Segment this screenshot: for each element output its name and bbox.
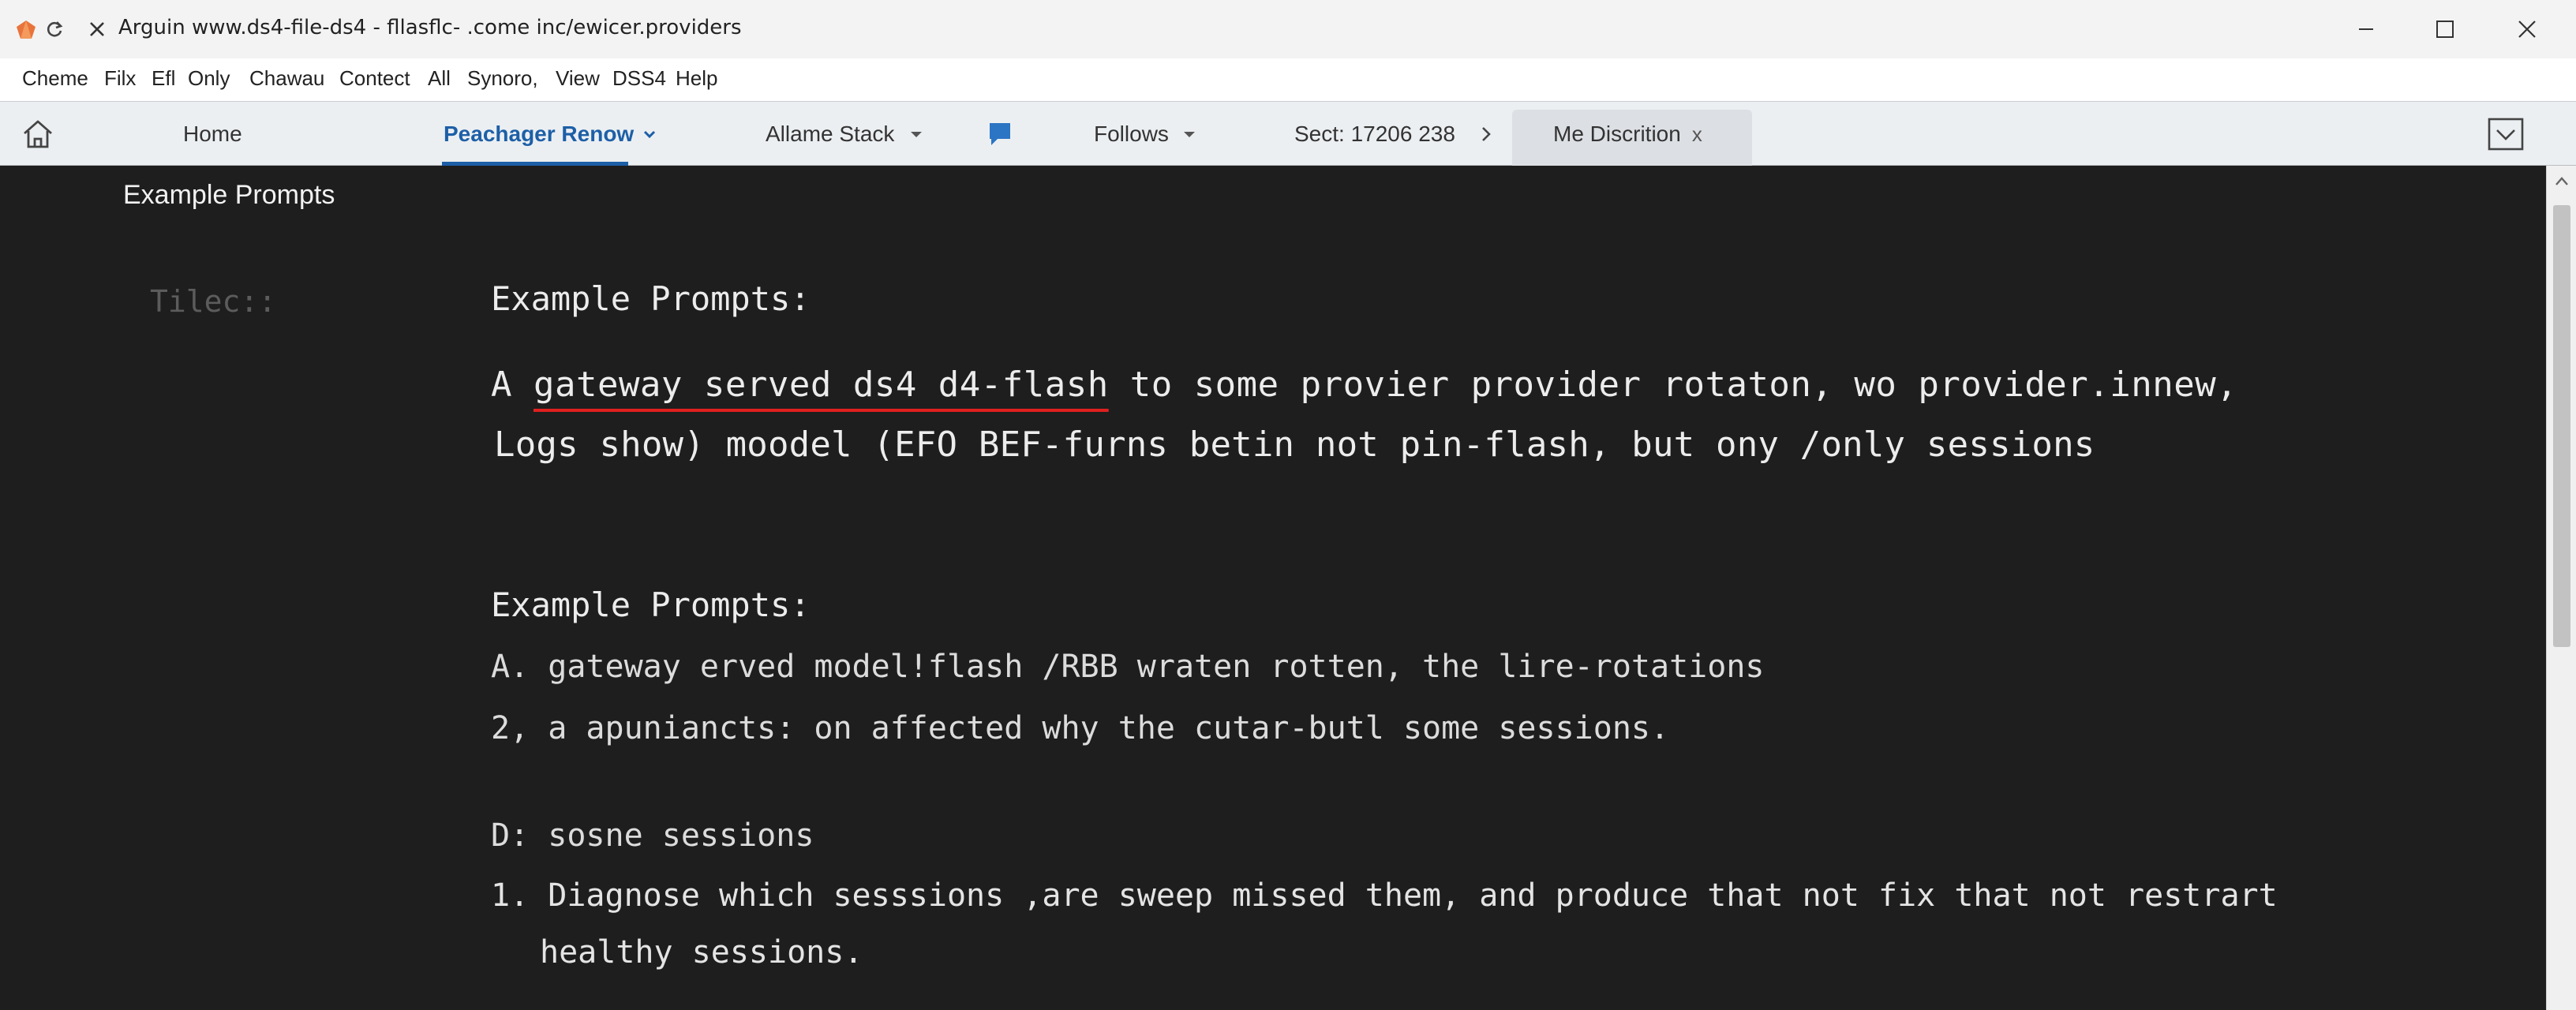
stop-icon[interactable] — [87, 19, 107, 39]
section2-heading: Example Prompts: — [491, 585, 811, 624]
title-bar: Arguin www.ds4-file-ds4 - fllasflc- .com… — [0, 0, 2576, 58]
menu-item-contect[interactable]: Contect — [339, 66, 410, 91]
page-heading: Example Prompts — [123, 180, 335, 210]
reload-icon[interactable] — [44, 19, 65, 39]
menu-item-dss4[interactable]: DSS4 — [612, 66, 666, 91]
close-icon — [2518, 21, 2536, 38]
caret-down-icon — [1183, 132, 1195, 137]
menu-item-all[interactable]: All — [428, 66, 451, 91]
nav-sect[interactable]: Sect: 17206 238 — [1294, 102, 1493, 166]
nav-peachager-renow-label: Peachager Renow — [444, 122, 635, 146]
section3-line2: 1. Diagnose which sesssions ,are sweep m… — [491, 877, 2278, 914]
menu-item-efl[interactable]: Efl — [152, 66, 175, 91]
chevron-right-icon — [1482, 127, 1491, 141]
menu-item-help[interactable]: Help — [676, 66, 717, 91]
section1-line1-a: A — [491, 365, 534, 405]
nav-allame-stack-label: Allame Stack — [766, 122, 895, 146]
tab-close-icon[interactable]: x — [1692, 122, 1702, 147]
app-logo-icon — [17, 21, 36, 39]
section1-line1-c: to some provier provider rotaton, wo pro… — [1108, 365, 2238, 405]
nav-allame-stack[interactable]: Allame Stack — [766, 102, 924, 166]
caret-down-icon — [911, 132, 923, 137]
nav-bar: Home Peachager Renow Allame Stack Follow… — [0, 101, 2576, 166]
tab-me-discrition-label: Me Discrition — [1553, 122, 1681, 146]
nav-peachager-renow[interactable]: Peachager Renow — [444, 102, 657, 166]
section3-line1: D: sosne sessions — [491, 817, 814, 854]
menu-item-only[interactable]: Only — [188, 66, 230, 91]
menu-item-chawau[interactable]: Chawau — [249, 66, 324, 91]
section2-line2: 2, a apuniancts: on affected why the cut… — [491, 710, 1670, 746]
menu-item-filx[interactable]: Filx — [104, 66, 136, 91]
nav-follows-label: Follows — [1094, 122, 1169, 146]
section1-heading: Example Prompts: — [491, 279, 811, 318]
menu-item-cheme[interactable]: Cheme — [22, 66, 88, 91]
section3-line3: healthy sessions. — [540, 934, 863, 971]
home-icon — [24, 120, 52, 148]
side-label: Tilec:: — [150, 284, 277, 319]
dropdown-box-icon — [2488, 118, 2524, 151]
chat-icon — [990, 123, 1010, 145]
section1-line2: Logs show) moodel (EFO BEF-furns betin n… — [494, 425, 2095, 465]
misspelled-text: gateway served ds4 d4-flash — [533, 365, 1109, 405]
scroll-up-arrow-icon[interactable] — [2554, 174, 2570, 189]
close-window-button[interactable] — [2502, 11, 2552, 47]
minimize-icon — [2359, 28, 2373, 30]
tab-me-discrition-content: Me Discrition x — [1553, 102, 1702, 166]
scrollbar-thumb[interactable] — [2553, 205, 2570, 647]
window-title: Arguin www.ds4-file-ds4 - fllasflc- .com… — [118, 16, 742, 39]
menu-item-synoro[interactable]: Synoro, — [467, 66, 538, 91]
expand-dropdown-button[interactable] — [2488, 102, 2524, 166]
chevron-down-icon — [644, 130, 656, 139]
vertical-scrollbar[interactable] — [2546, 166, 2576, 1010]
editor-content: Example Prompts Tilec:: Example Prompts:… — [0, 166, 2546, 1010]
maximize-button[interactable] — [2420, 11, 2470, 47]
nav-home[interactable]: Home — [183, 102, 242, 166]
chat-button[interactable] — [988, 102, 1012, 166]
home-icon-button[interactable] — [21, 102, 55, 166]
minimize-button[interactable] — [2341, 11, 2391, 47]
section1-line1: A gateway served ds4 d4-flash to some pr… — [491, 365, 2237, 405]
nav-sect-label: Sect: 17206 238 — [1294, 122, 1455, 146]
menu-bar: Cheme Filx Efl Only Chawau Contect All S… — [0, 58, 2576, 102]
nav-follows[interactable]: Follows — [1094, 102, 1197, 166]
section2-line1: A. gateway erved model!flash /RBB wraten… — [491, 649, 1765, 685]
maximize-icon — [2436, 21, 2454, 38]
menu-item-view[interactable]: View — [556, 66, 600, 91]
